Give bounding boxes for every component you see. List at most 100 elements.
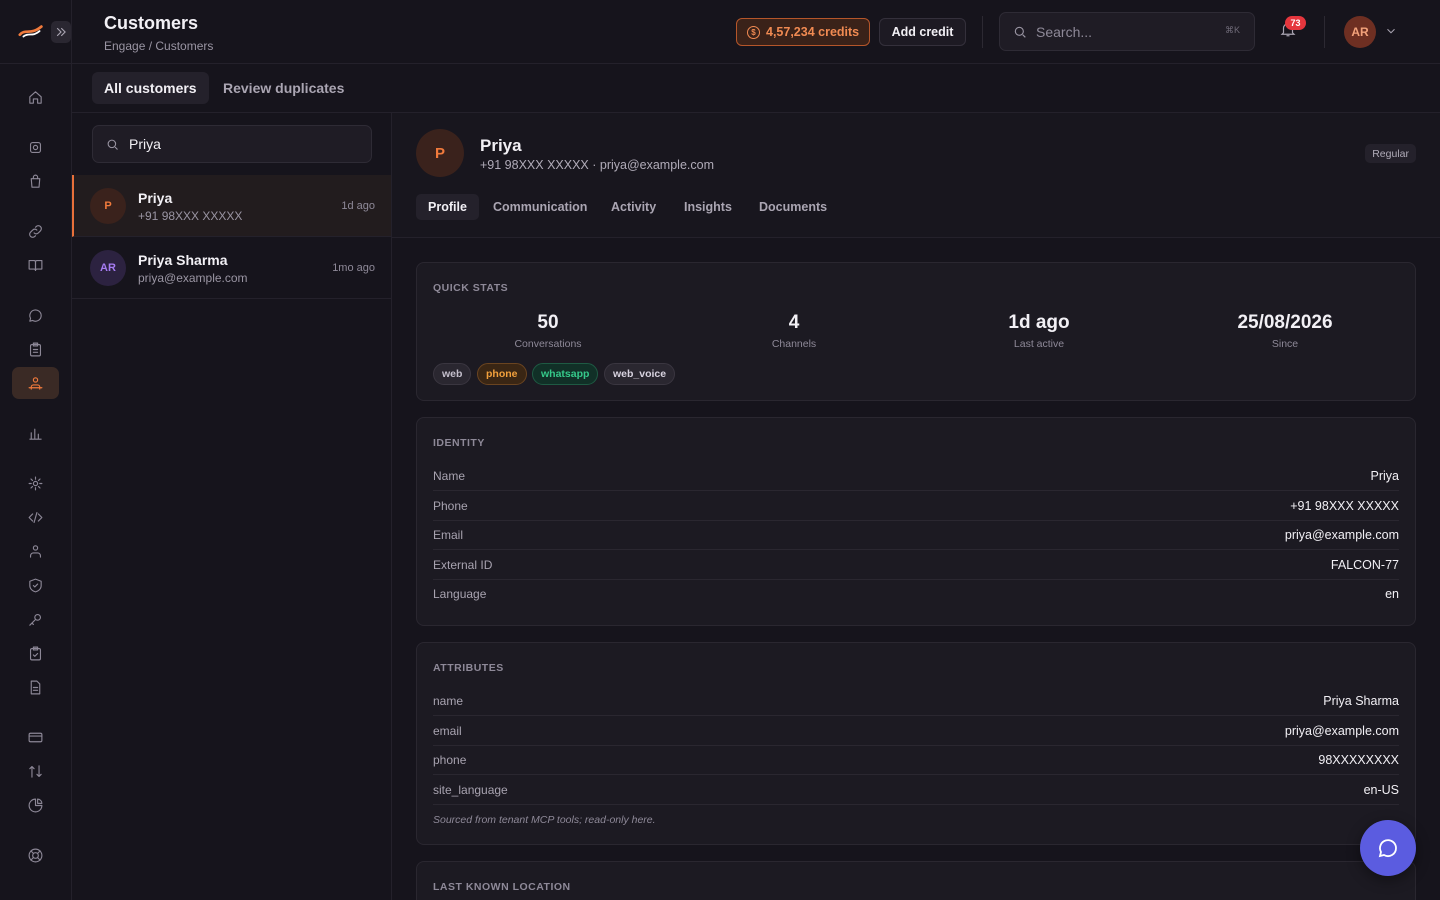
pie-chart-icon <box>28 798 43 812</box>
nav-conversations[interactable] <box>12 299 59 331</box>
nav-reports[interactable] <box>12 789 59 821</box>
customer-contact: priya@example.com <box>138 271 248 285</box>
field-label: Phone <box>433 498 468 513</box>
arrows-updown-icon <box>29 764 42 778</box>
field-value: priya@example.com <box>1284 723 1399 738</box>
list-item[interactable]: P Priya +91 98XXX XXXXX 1d ago <box>72 175 391 237</box>
divider <box>982 16 983 48</box>
location-card: LAST KNOWN LOCATION <box>416 861 1416 900</box>
tab-documents[interactable]: Documents <box>747 194 839 220</box>
breadcrumb[interactable]: Engage / Customers <box>104 39 213 53</box>
nav-settings[interactable] <box>12 467 59 499</box>
field-label: email <box>433 723 462 738</box>
nav-integrations[interactable] <box>12 215 59 247</box>
bag-icon <box>30 174 41 188</box>
clipboard-check-icon <box>29 646 42 660</box>
nav-store[interactable] <box>12 165 59 197</box>
stat-last-active: 1d ago Last active <box>939 312 1139 350</box>
field-value: Priya Sharma <box>1323 693 1399 708</box>
card-title: IDENTITY <box>433 437 485 449</box>
customer-avatar: P <box>416 129 464 177</box>
nav-analytics[interactable] <box>12 417 59 449</box>
field-value: +91 98XXX XXXXX <box>1290 498 1399 513</box>
search-shortcut: ⌘K <box>1224 25 1240 35</box>
channel-chip-phone: phone <box>477 363 527 385</box>
customer-list-pane: P Priya +91 98XXX XXXXX 1d ago AR Priya … <box>72 113 392 900</box>
bot-icon <box>29 141 42 153</box>
attribute-row-name: name Priya Sharma <box>433 686 1399 716</box>
customer-header: P Priya +91 98XXX XXXXX · priya@example.… <box>392 113 1440 238</box>
tab-insights[interactable]: Insights <box>672 194 744 220</box>
tab-review-duplicates[interactable]: Review duplicates <box>211 72 356 104</box>
tab-profile[interactable]: Profile <box>416 194 479 220</box>
file-icon <box>30 680 41 694</box>
customer-name: Priya Sharma <box>138 252 228 268</box>
book-icon <box>28 259 43 271</box>
card-title: ATTRIBUTES <box>433 662 504 674</box>
link-icon <box>29 224 42 238</box>
credits-badge[interactable]: $ 4,57,234 credits <box>736 18 871 46</box>
chat-icon <box>29 308 42 322</box>
nav-keys[interactable] <box>12 603 59 635</box>
stat-channels: 4 Channels <box>694 312 894 350</box>
chat-launcher-button[interactable] <box>1360 820 1416 876</box>
global-search-input[interactable] <box>1036 23 1206 40</box>
nav-help[interactable] <box>12 839 59 871</box>
lifebuoy-icon <box>28 848 43 862</box>
expand-rail-button[interactable] <box>51 20 71 43</box>
nav-knowledge[interactable] <box>12 249 59 281</box>
identity-row-email: Email priya@example.com <box>433 520 1399 550</box>
customers-icon <box>28 376 43 390</box>
stat-label: Conversations <box>514 338 582 350</box>
channel-chip-web-voice: web_voice <box>604 363 676 385</box>
list-item[interactable]: AR Priya Sharma priya@example.com 1mo ag… <box>72 237 391 299</box>
nav-security[interactable] <box>12 569 59 601</box>
chevron-down-icon <box>1387 28 1395 34</box>
nav-customers[interactable] <box>12 367 59 399</box>
nav-agents[interactable] <box>12 131 59 163</box>
customer-name: Priya <box>138 190 173 206</box>
user-avatar[interactable]: AR <box>1344 16 1376 48</box>
tab-all-customers[interactable]: All customers <box>92 72 209 104</box>
card-title: LAST KNOWN LOCATION <box>433 881 571 893</box>
customer-search-input[interactable] <box>129 136 310 152</box>
nav-audit[interactable] <box>12 637 59 669</box>
nav-transfers[interactable] <box>12 755 59 787</box>
stat-label: Channels <box>771 338 817 350</box>
nav-tasks[interactable] <box>12 333 59 365</box>
stat-since: 25/08/2026 Since <box>1185 312 1385 350</box>
stat-value: 4 <box>788 312 800 333</box>
add-credit-button[interactable]: Add credit <box>879 18 966 46</box>
field-label: name <box>433 693 464 708</box>
stat-value: 25/08/2026 <box>1237 312 1333 333</box>
avatar: AR <box>90 250 126 286</box>
nav-home[interactable] <box>12 81 59 113</box>
tab-activity[interactable]: Activity <box>599 194 668 220</box>
top-bar: Customers Engage / Customers $ 4,57,234 … <box>72 0 1440 64</box>
chat-bubble-icon <box>1378 839 1397 858</box>
channel-chip-whatsapp: whatsapp <box>532 363 599 385</box>
customer-contact: +91 98XXX XXXXX <box>138 209 243 223</box>
field-label: External ID <box>433 557 493 572</box>
nav-rail <box>0 0 72 900</box>
nav-team[interactable] <box>12 535 59 567</box>
field-label: Language <box>433 587 487 601</box>
global-search[interactable]: ⌘K <box>999 12 1255 51</box>
card-title: QUICK STATS <box>433 282 509 294</box>
customer-title: Priya <box>480 136 522 155</box>
nav-documents[interactable] <box>12 671 59 703</box>
tab-communication[interactable]: Communication <box>481 194 599 220</box>
customer-search[interactable] <box>92 125 372 163</box>
user-menu-toggle[interactable] <box>1384 24 1400 40</box>
last-seen: 1mo ago <box>332 262 375 274</box>
attributes-card: ATTRIBUTES name Priya Sharma email priya@e… <box>416 642 1416 845</box>
attributes-source-note: Sourced from tenant MCP tools; read-only… <box>433 814 656 826</box>
quick-stats-card: QUICK STATS 50 Conversations 4 Channels … <box>416 262 1416 401</box>
attribute-row-site-language: site_language en-US <box>433 775 1399 805</box>
nav-developer[interactable] <box>12 501 59 533</box>
nav-billing[interactable] <box>12 721 59 753</box>
home-icon <box>29 90 42 104</box>
notification-count-badge: 73 <box>1285 16 1306 30</box>
identity-row-phone: Phone +91 98XXX XXXXX <box>433 491 1399 521</box>
brand-logo-icon[interactable] <box>18 22 43 42</box>
